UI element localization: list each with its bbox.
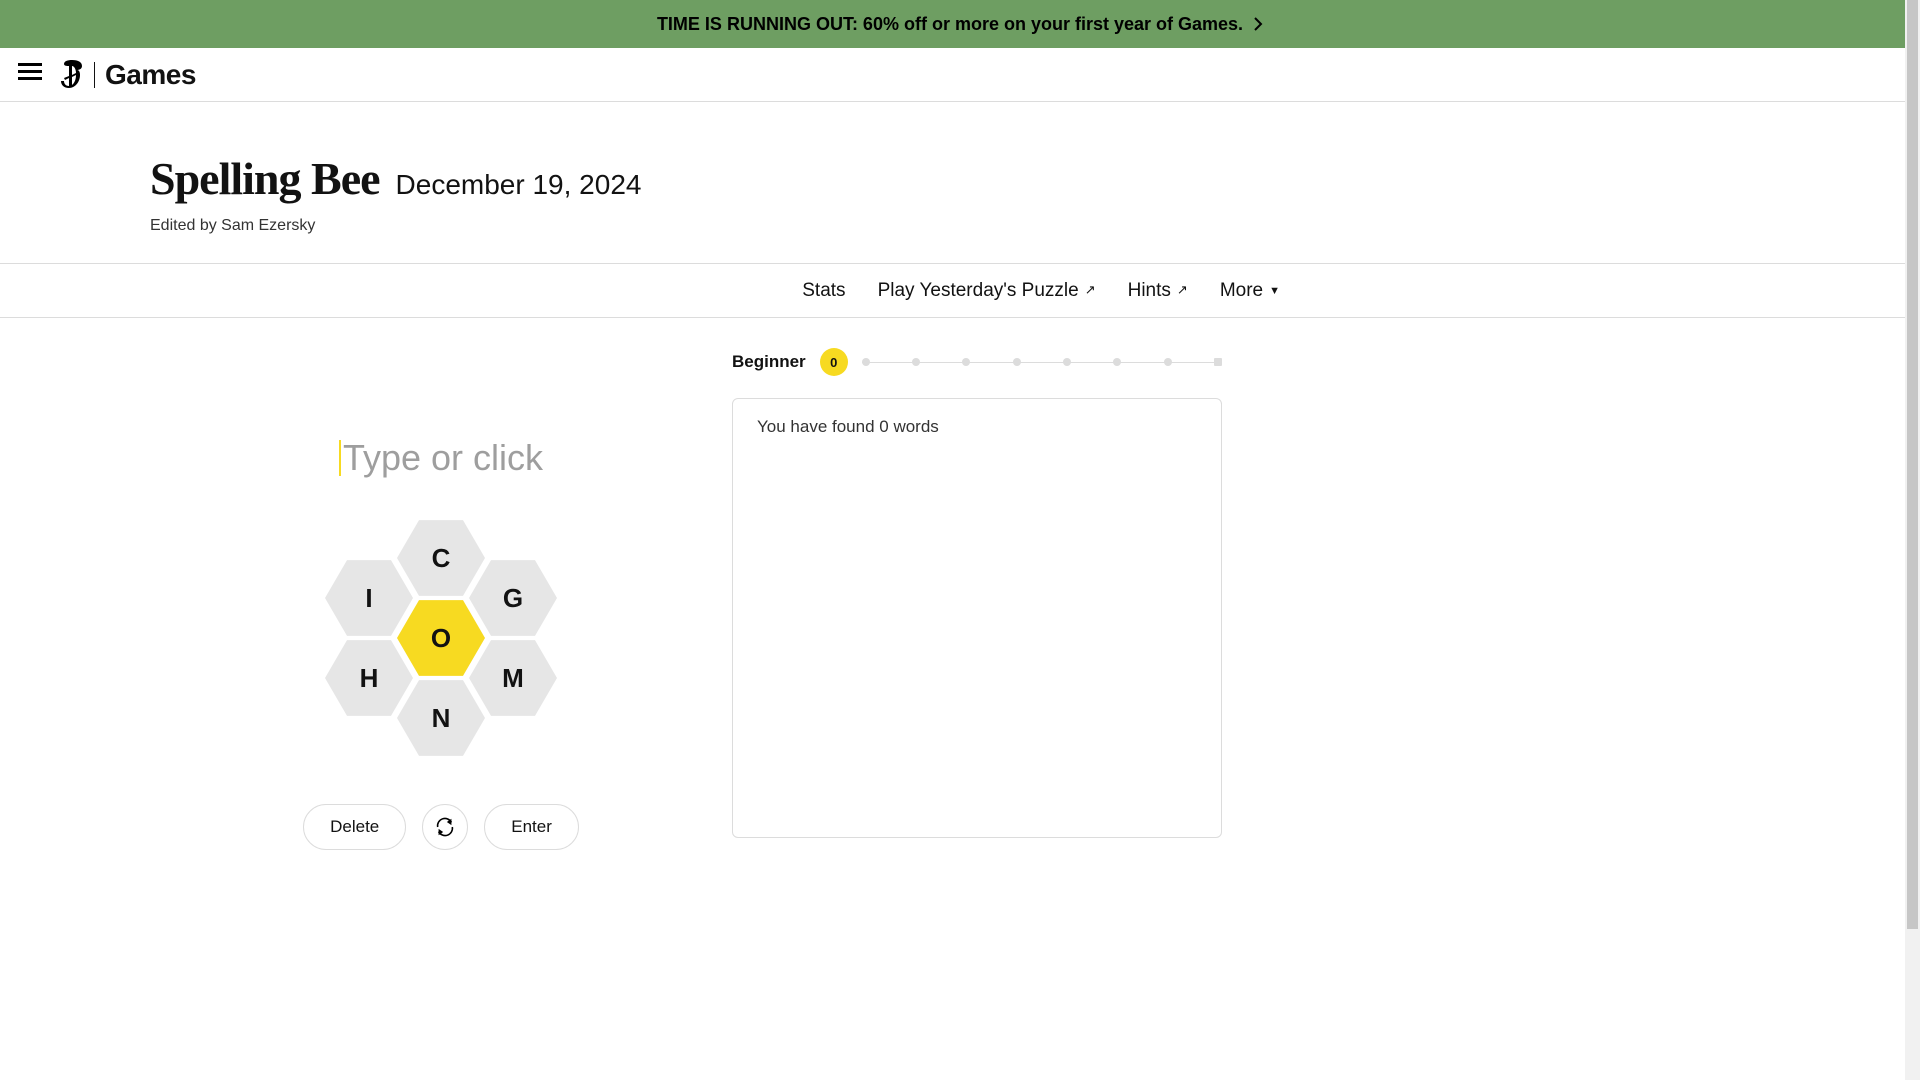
promo-text: TIME IS RUNNING OUT: 60% off or more on … — [657, 14, 1243, 35]
game-panel: Type or click C G M N H — [0, 348, 732, 850]
chevron-right-icon — [1253, 17, 1263, 31]
rank-tick — [862, 358, 870, 366]
yesterday-label: Play Yesterday's Puzzle — [878, 280, 1079, 302]
brand-divider — [94, 62, 95, 88]
delete-label: Delete — [330, 817, 379, 837]
more-menu[interactable]: More ▼ — [1220, 280, 1280, 302]
stats-link[interactable]: Stats — [802, 280, 845, 302]
title-block: Spelling Bee December 19, 2024 Edited by… — [0, 102, 1920, 264]
more-label: More — [1220, 280, 1263, 302]
subnav: Stats Play Yesterday's Puzzle ↗ Hints ↗ … — [0, 264, 1920, 318]
input-placeholder: Type or click — [343, 437, 543, 479]
menu-button[interactable] — [18, 62, 42, 87]
yesterday-link[interactable]: Play Yesterday's Puzzle ↗ — [878, 280, 1096, 302]
rank-tick — [962, 358, 970, 366]
caret-down-icon: ▼ — [1269, 285, 1280, 297]
shuffle-button[interactable] — [422, 804, 468, 850]
rank-tick — [1063, 358, 1071, 366]
rank-tick — [912, 358, 920, 366]
rank-tick-final — [1214, 358, 1222, 366]
brand-word: Games — [105, 59, 196, 91]
enter-button[interactable]: Enter — [484, 804, 579, 850]
brand[interactable]: Games — [60, 59, 196, 91]
track-ticks — [862, 357, 1222, 367]
stats-label: Stats — [802, 280, 845, 302]
controls: Delete Enter — [303, 804, 579, 850]
enter-label: Enter — [511, 817, 552, 837]
rank-tick — [1164, 358, 1172, 366]
byline: Edited by Sam Ezersky — [150, 217, 1920, 235]
scrollbar[interactable] — [1905, 0, 1920, 1080]
word-input[interactable]: Type or click — [339, 434, 543, 482]
hive: C G M N H I O — [311, 508, 571, 768]
hex-center[interactable]: O — [397, 600, 485, 676]
text-cursor — [339, 440, 341, 476]
game-date: December 19, 2024 — [396, 169, 642, 201]
external-link-icon: ↗ — [1177, 282, 1188, 298]
external-link-icon: ↗ — [1085, 282, 1096, 298]
progress-panel: Beginner 0 You have found 0 word — [732, 348, 1222, 850]
score-marker: 0 — [820, 348, 848, 376]
rank-label: Beginner — [732, 352, 806, 372]
rank-tick — [1013, 358, 1021, 366]
delete-button[interactable]: Delete — [303, 804, 406, 850]
hints-label: Hints — [1128, 280, 1171, 302]
scrollbar-thumb[interactable] — [1907, 0, 1918, 929]
hamburger-icon — [18, 62, 42, 82]
rank-row[interactable]: Beginner 0 — [732, 348, 1222, 376]
found-words-box[interactable]: You have found 0 words — [732, 398, 1222, 838]
rank-tick — [1113, 358, 1121, 366]
app-bar: Games — [0, 48, 1920, 102]
nyt-t-icon — [60, 60, 84, 90]
main: Type or click C G M N H — [0, 318, 1920, 850]
game-title: Spelling Bee — [150, 152, 380, 205]
promo-banner[interactable]: TIME IS RUNNING OUT: 60% off or more on … — [0, 0, 1920, 48]
hints-link[interactable]: Hints ↗ — [1128, 280, 1188, 302]
found-summary: You have found 0 words — [757, 417, 939, 436]
rank-track — [862, 357, 1222, 367]
score-value: 0 — [830, 355, 837, 370]
shuffle-icon — [434, 816, 456, 838]
